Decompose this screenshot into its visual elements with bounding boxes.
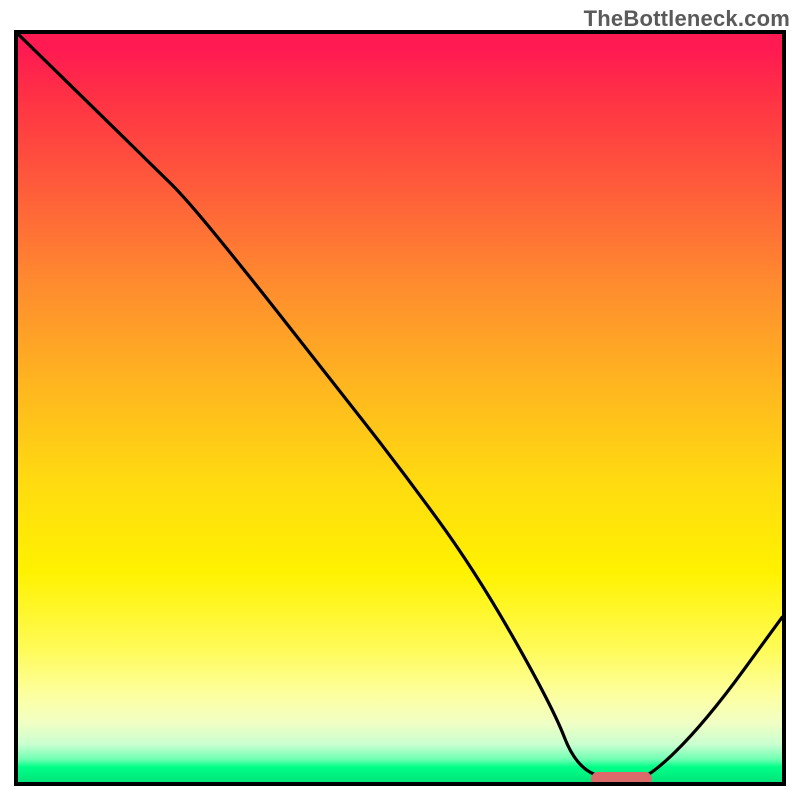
bottleneck-curve-svg (18, 34, 782, 782)
optimal-range-marker (591, 772, 652, 786)
bottleneck-curve-path (18, 34, 782, 782)
chart-plot-area (14, 30, 786, 786)
watermark-text: TheBottleneck.com (584, 6, 790, 32)
